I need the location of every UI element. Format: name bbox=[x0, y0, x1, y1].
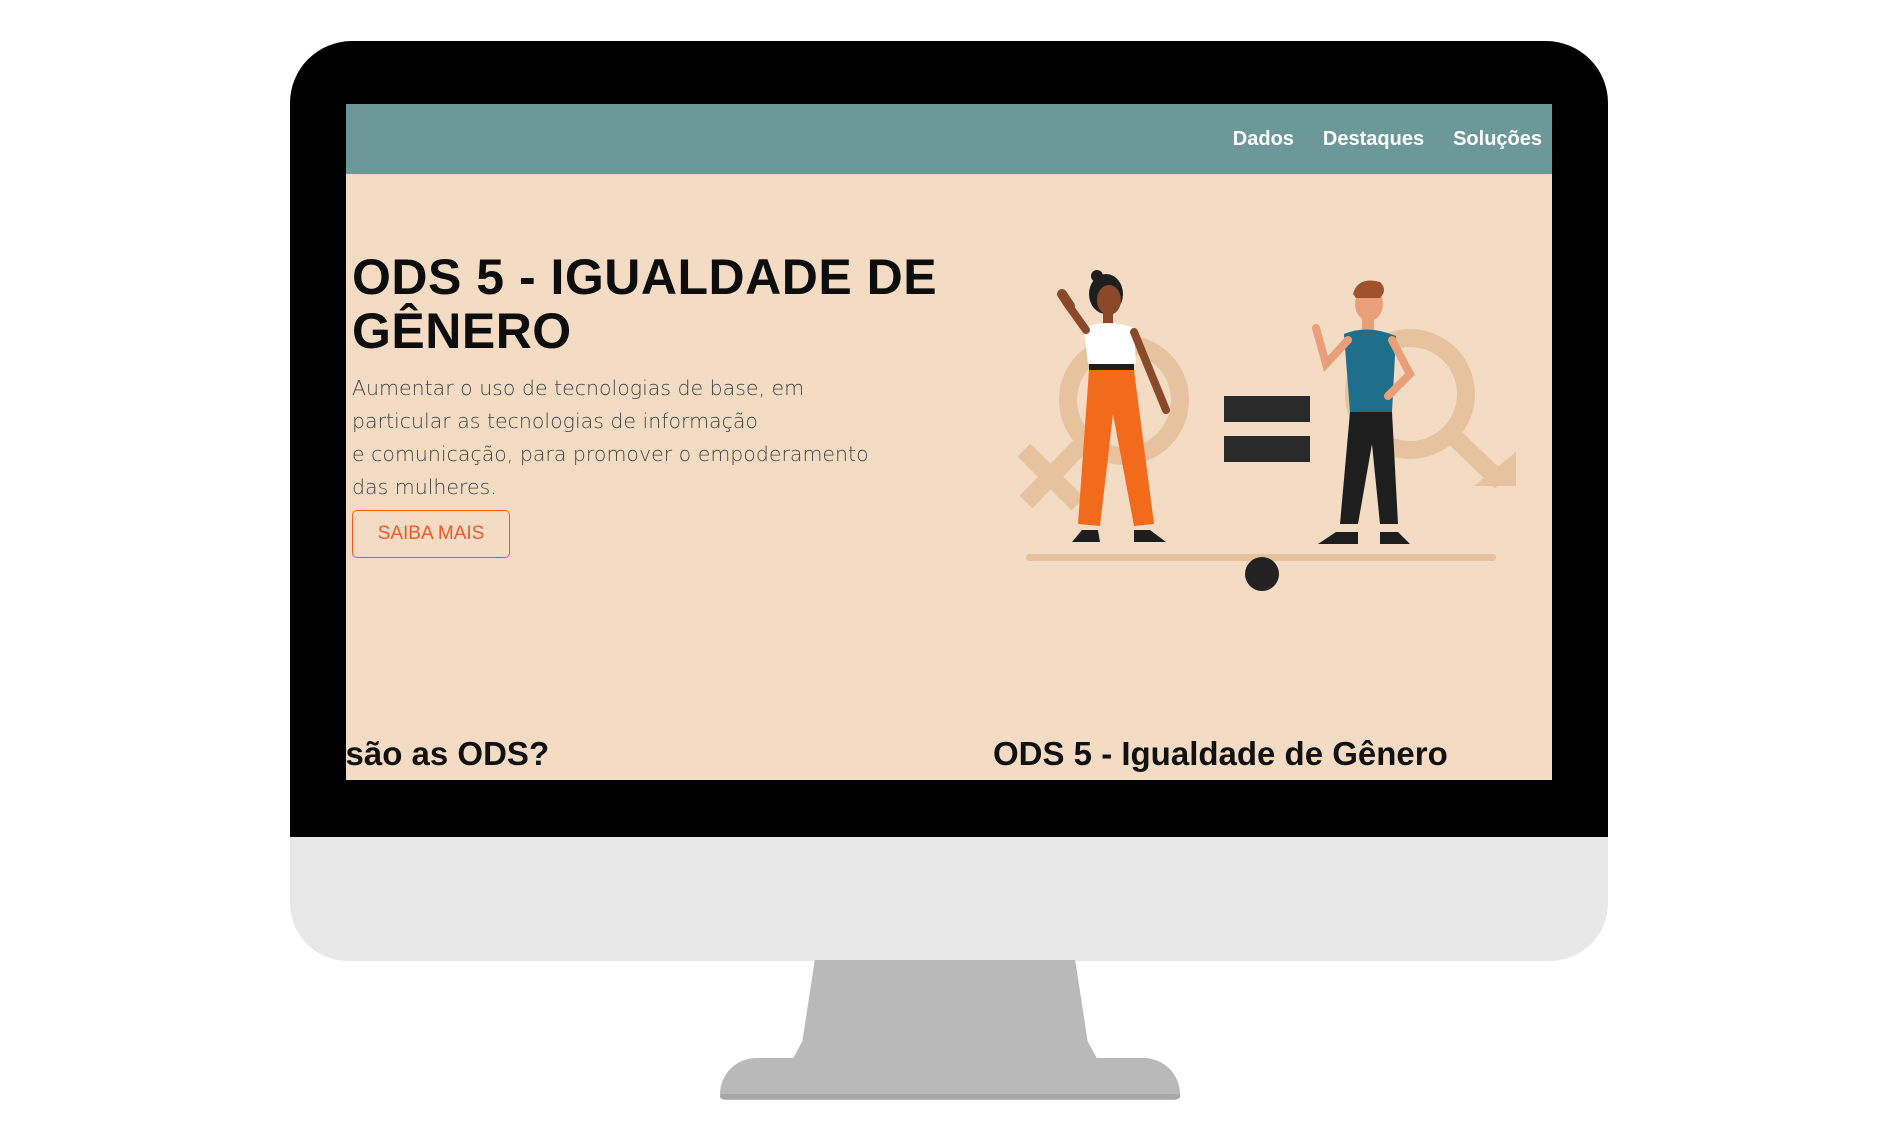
equals-sign-icon bbox=[1224, 396, 1310, 462]
section-heading-what-are-ods: e são as ODS? bbox=[346, 735, 550, 772]
nav-link-destaques[interactable]: Destaques bbox=[1323, 128, 1424, 151]
man-figure-icon bbox=[1312, 280, 1415, 544]
website-screen: Dados Destaques Soluções ODS 5 - IGUALDA… bbox=[346, 104, 1552, 780]
gender-equality-illustration bbox=[1017, 270, 1516, 591]
monitor-stand-neck bbox=[790, 960, 1100, 1064]
hero-description-line: e comunicação, para promover o empoderam… bbox=[352, 442, 869, 466]
balance-pivot bbox=[1245, 557, 1279, 591]
section-heading-ods5: ODS 5 - Igualdade de Gênero bbox=[993, 735, 1448, 772]
monitor-chin bbox=[290, 837, 1608, 961]
nav-link-solucoes[interactable]: Soluções bbox=[1453, 128, 1542, 151]
hero-title: ODS 5 - IGUALDADE DE GÊNERO bbox=[352, 250, 972, 358]
monitor-base-shadow bbox=[720, 1094, 1180, 1099]
stage: Dados Destaques Soluções ODS 5 - IGUALDA… bbox=[0, 0, 1895, 1139]
hero-description-line: Aumentar o uso de tecnologias de base, e… bbox=[352, 376, 805, 400]
navbar: Dados Destaques Soluções bbox=[346, 104, 1552, 174]
hero-title-line-1: ODS 5 - IGUALDADE DE bbox=[352, 249, 938, 305]
hero-description: Aumentar o uso de tecnologias de base, e… bbox=[352, 372, 972, 504]
saiba-mais-button[interactable]: SAIBA MAIS bbox=[352, 510, 510, 558]
hero-description-line: particular as tecnologias de informação bbox=[352, 409, 758, 433]
nav-link-dados[interactable]: Dados bbox=[1233, 128, 1294, 151]
nav-links: Dados Destaques Soluções bbox=[1233, 104, 1542, 174]
hero-description-line: das mulheres. bbox=[352, 475, 497, 499]
hero-title-line-2: GÊNERO bbox=[352, 303, 572, 359]
